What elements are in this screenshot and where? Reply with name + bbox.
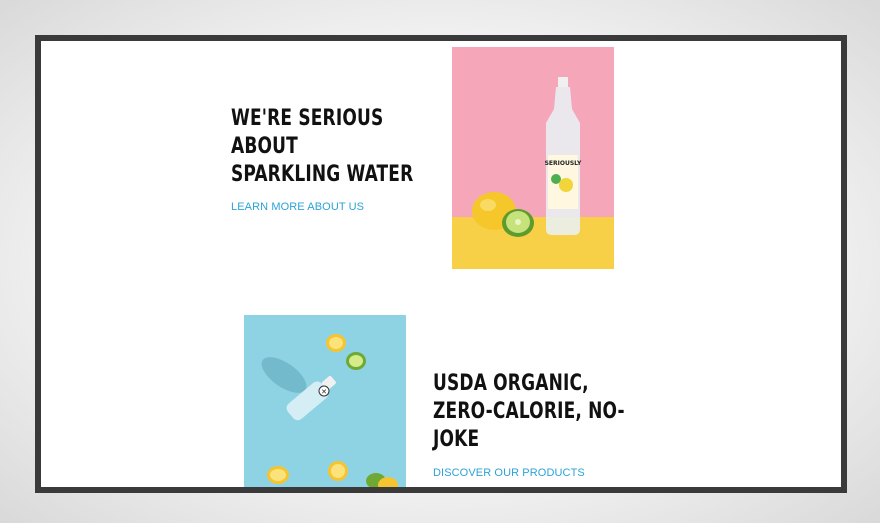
hero-heading-line: WE'RE SERIOUS (231, 106, 384, 131)
sparkling-water-photo: SERIOUSLY (452, 47, 614, 269)
svg-text:✕: ✕ (321, 388, 327, 396)
feature-heading-line: USDA ORGANIC, (433, 371, 589, 396)
bottle-label-text: SERIOUSLY (545, 160, 582, 167)
bottle-and-lemons-photo: ✕ (244, 315, 406, 487)
hero-heading-line: ABOUT (231, 134, 298, 159)
feature-heading-line: ZERO-CALORIE, NO- (433, 399, 625, 424)
hero-heading: WE'RE SERIOUS ABOUT SPARKLING WATER (231, 105, 413, 189)
browser-frame: WE'RE SERIOUS ABOUT SPARKLING WATER LEAR… (35, 35, 847, 493)
feature-heading-line: JOKE (433, 427, 480, 452)
feature-heading: USDA ORGANIC, ZERO-CALORIE, NO- JOKE (433, 370, 625, 454)
hero-heading-line: SPARKLING WATER (231, 162, 414, 187)
discover-products-link[interactable]: DISCOVER OUR PRODUCTS (433, 467, 585, 479)
learn-more-link[interactable]: LEARN MORE ABOUT US (231, 201, 364, 213)
